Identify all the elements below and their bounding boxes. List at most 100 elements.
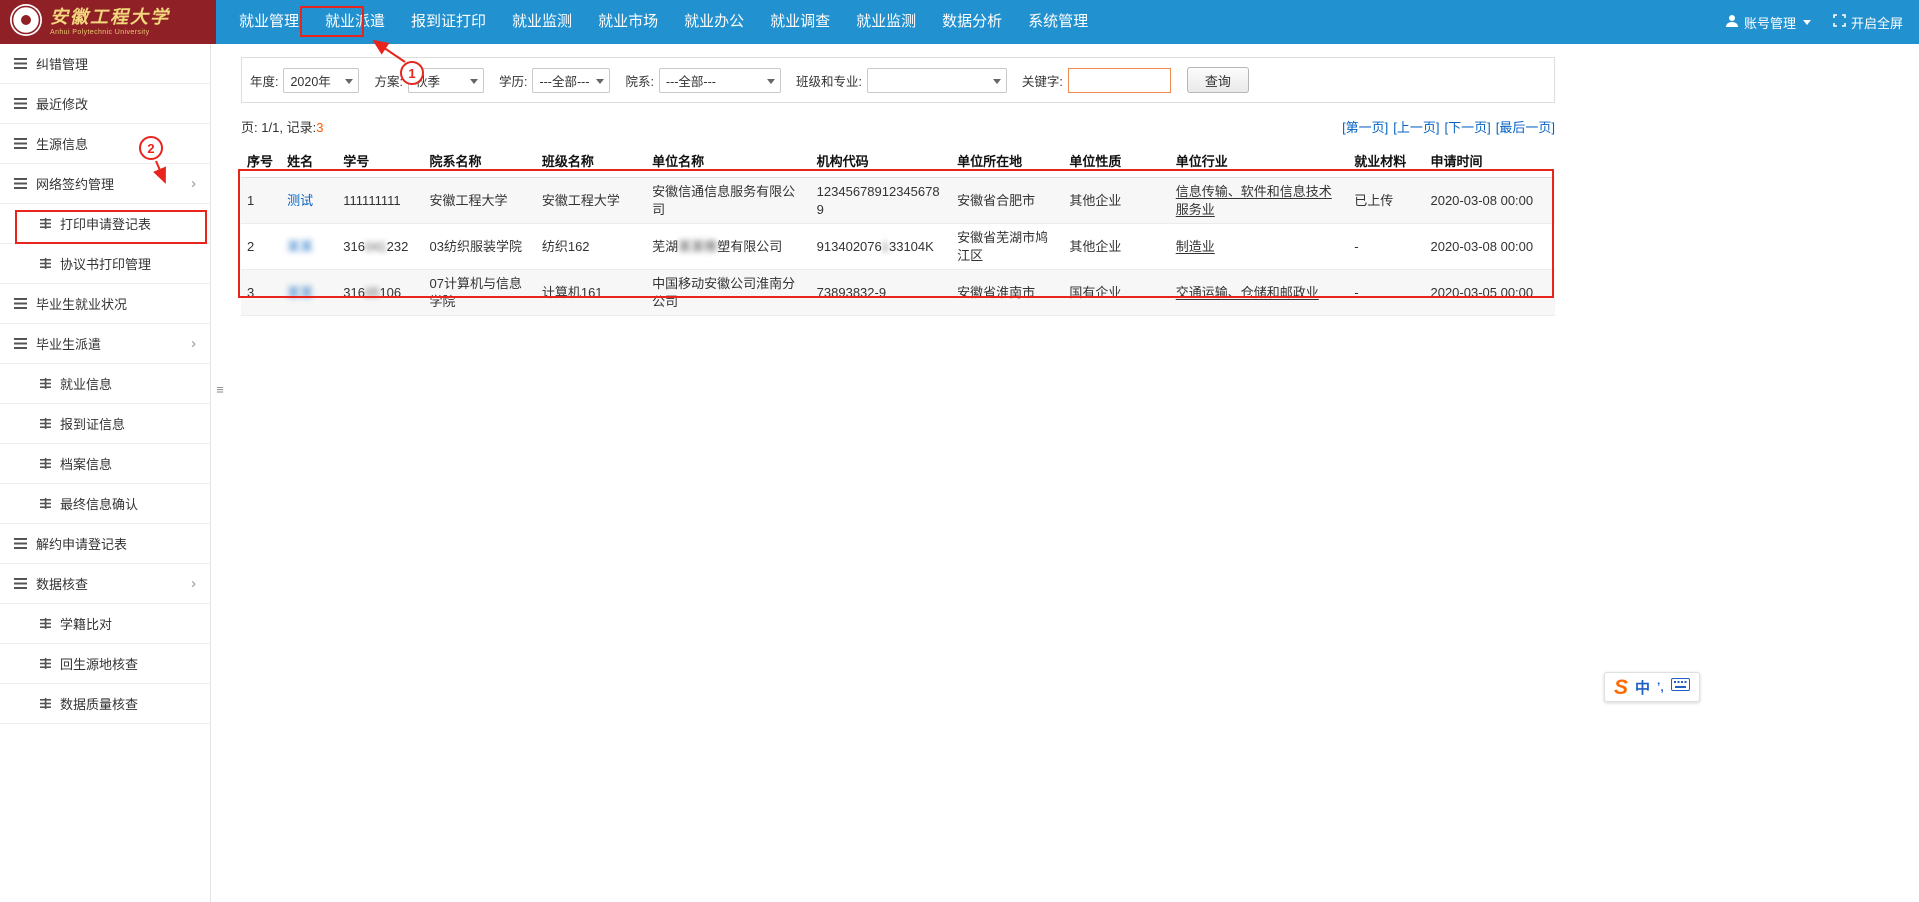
account-menu[interactable]: 账号管理 bbox=[1725, 13, 1811, 32]
ime-punctuation-indicator[interactable]: ’, bbox=[1657, 680, 1664, 694]
sidebar-collapse-handle[interactable]: ≡ bbox=[212, 380, 228, 400]
sidebar-item-9[interactable]: 报到证信息 bbox=[0, 404, 210, 444]
subitem-icon bbox=[40, 378, 51, 389]
cell-text: 测试 bbox=[287, 193, 313, 208]
keyword-label: 关键字: bbox=[1022, 71, 1063, 90]
sidebar-item-1[interactable]: 最近修改 bbox=[0, 84, 210, 124]
cell-text: 安徽省合肥市 bbox=[957, 193, 1035, 208]
keyboard-icon[interactable] bbox=[1671, 678, 1690, 696]
sidebar-item-14[interactable]: 学籍比对 bbox=[0, 604, 210, 644]
cell-name[interactable]: 某某 bbox=[281, 270, 337, 316]
cell-text: 交通运输、仓储和邮政业 bbox=[1176, 285, 1319, 300]
nav-item-8[interactable]: 数据分析 bbox=[929, 0, 1015, 44]
user-icon bbox=[1725, 14, 1739, 31]
cell-text: 制造业 bbox=[1176, 239, 1215, 254]
year-select[interactable]: 2020年 bbox=[283, 68, 359, 93]
department-select[interactable]: ---全部--- bbox=[659, 68, 781, 93]
university-name: 安徽工程大学 bbox=[50, 8, 170, 26]
subitem-icon bbox=[40, 258, 51, 269]
cell-material: - bbox=[1348, 224, 1424, 270]
nav-item-1[interactable]: 就业派遣 bbox=[312, 0, 398, 44]
sidebar-item-label: 就业信息 bbox=[60, 374, 112, 393]
cell-student-id: 31605106 bbox=[337, 270, 423, 316]
sidebar-item-8[interactable]: 就业信息 bbox=[0, 364, 210, 404]
cell-text: 07计算机与信息学院 bbox=[430, 276, 522, 309]
degree-select[interactable]: ---全部--- bbox=[532, 68, 610, 93]
subitem-icon bbox=[40, 418, 51, 429]
nav-item-4[interactable]: 就业市场 bbox=[585, 0, 671, 44]
sidebar-item-3[interactable]: 网络签约管理› bbox=[0, 164, 210, 204]
nav-item-9[interactable]: 系统管理 bbox=[1015, 0, 1101, 44]
cell-text: 安徽省芜湖市鸠江区 bbox=[957, 230, 1048, 263]
cell-text: - bbox=[1354, 239, 1358, 254]
column-header-apply-time: 申请时间 bbox=[1424, 144, 1555, 178]
chevron-down-icon bbox=[596, 79, 604, 84]
ime-mode-indicator[interactable]: 中 bbox=[1635, 677, 1650, 698]
table-row-3: 3某某3160510607计算机与信息学院计算机161中国移动安徽公司淮南分公司… bbox=[241, 270, 1555, 316]
cell-text: 123456789123456789 bbox=[817, 184, 940, 217]
redacted-text: 某某 bbox=[287, 239, 313, 254]
plan-select[interactable]: 秋季 bbox=[408, 68, 484, 93]
fullscreen-button[interactable]: 开启全屏 bbox=[1833, 13, 1903, 32]
cell-text: 2020-03-08 00:00 bbox=[1430, 193, 1533, 208]
sidebar-item-6[interactable]: 毕业生就业状况 bbox=[0, 284, 210, 324]
sidebar-item-13[interactable]: 数据核查› bbox=[0, 564, 210, 604]
pagination-link-3[interactable]: [最后一页] bbox=[1496, 117, 1555, 136]
chevron-down-icon bbox=[345, 79, 353, 84]
sidebar-item-15[interactable]: 回生源地核查 bbox=[0, 644, 210, 684]
sidebar-item-10[interactable]: 档案信息 bbox=[0, 444, 210, 484]
subitem-icon bbox=[40, 658, 51, 669]
nav-item-3[interactable]: 就业监测 bbox=[499, 0, 585, 44]
sidebar-item-16[interactable]: 数据质量核查 bbox=[0, 684, 210, 724]
sidebar-item-label: 解约申请登记表 bbox=[36, 534, 127, 553]
chevron-down-icon bbox=[470, 79, 478, 84]
keyword-input[interactable] bbox=[1068, 68, 1171, 93]
table-body: 1测试111111111安徽工程大学安徽工程大学安徽信通信息服务有限公司1234… bbox=[241, 178, 1555, 316]
nav-item-5[interactable]: 就业办公 bbox=[671, 0, 757, 44]
cell-org-code: 73893832-9 bbox=[811, 270, 951, 316]
sidebar-item-5[interactable]: 协议书打印管理 bbox=[0, 244, 210, 284]
content-area: 年度: 2020年 方案: 秋季 学历: ---全部--- 院系: ---全部- bbox=[241, 57, 1555, 316]
menu-icon bbox=[14, 538, 27, 549]
cell-industry: 交通运输、仓储和邮政业 bbox=[1170, 270, 1349, 316]
ime-toolbar[interactable]: S 中 ’, bbox=[1604, 672, 1700, 702]
sidebar-item-label: 纠错管理 bbox=[36, 54, 88, 73]
pagination-link-2[interactable]: [下一页] bbox=[1445, 117, 1491, 136]
nav-item-0[interactable]: 就业管理 bbox=[226, 0, 312, 44]
main-content: 年度: 2020年 方案: 秋季 学历: ---全部--- 院系: ---全部- bbox=[229, 44, 1919, 902]
nav-item-7[interactable]: 就业监测 bbox=[843, 0, 929, 44]
sidebar-item-12[interactable]: 解约申请登记表 bbox=[0, 524, 210, 564]
menu-icon bbox=[14, 338, 27, 349]
subitem-icon bbox=[40, 498, 51, 509]
nav-item-2[interactable]: 报到证打印 bbox=[398, 0, 499, 44]
sidebar-item-7[interactable]: 毕业生派遣› bbox=[0, 324, 210, 364]
pagination-link-1[interactable]: [上一页] bbox=[1393, 117, 1439, 136]
sidebar-item-4[interactable]: 打印申请登记表 bbox=[0, 204, 210, 244]
pagination-link-0[interactable]: [第一页] bbox=[1342, 117, 1388, 136]
sidebar-item-label: 数据核查 bbox=[36, 574, 88, 593]
column-header-class: 班级名称 bbox=[536, 144, 646, 178]
main-nav: 就业管理就业派遣报到证打印就业监测就业市场就业办公就业调查就业监测数据分析系统管… bbox=[226, 0, 1101, 44]
sidebar-item-label: 网络签约管理 bbox=[36, 174, 114, 193]
cell-seq: 3 bbox=[241, 270, 281, 316]
cell-text: 2020-03-05 00:00 bbox=[1430, 285, 1533, 300]
cell-text: 其他企业 bbox=[1069, 239, 1121, 254]
column-header-company: 单位名称 bbox=[646, 144, 811, 178]
cell-name[interactable]: 测试 bbox=[281, 178, 337, 224]
cell-text: 232 bbox=[387, 239, 409, 254]
cell-text: 2 bbox=[247, 239, 254, 254]
cell-student-id: 316041232 bbox=[337, 224, 423, 270]
sidebar-item-2[interactable]: 生源信息 bbox=[0, 124, 210, 164]
page-value: 1/1, bbox=[261, 120, 283, 135]
search-button[interactable]: 查询 bbox=[1187, 67, 1249, 93]
cell-name[interactable]: 某某 bbox=[281, 224, 337, 270]
top-navbar: 安徽工程大学 Anhui Polytechnic University 就业管理… bbox=[0, 0, 1919, 44]
degree-select-value: ---全部--- bbox=[539, 71, 589, 90]
sidebar-item-0[interactable]: 纠错管理 bbox=[0, 44, 210, 84]
nav-item-6[interactable]: 就业调查 bbox=[757, 0, 843, 44]
cell-text: 安徽工程大学 bbox=[542, 193, 620, 208]
cell-text: 其他企业 bbox=[1069, 193, 1121, 208]
sidebar-item-11[interactable]: 最终信息确认 bbox=[0, 484, 210, 524]
class-major-select[interactable] bbox=[867, 68, 1007, 93]
redacted-text: 05 bbox=[365, 285, 379, 300]
